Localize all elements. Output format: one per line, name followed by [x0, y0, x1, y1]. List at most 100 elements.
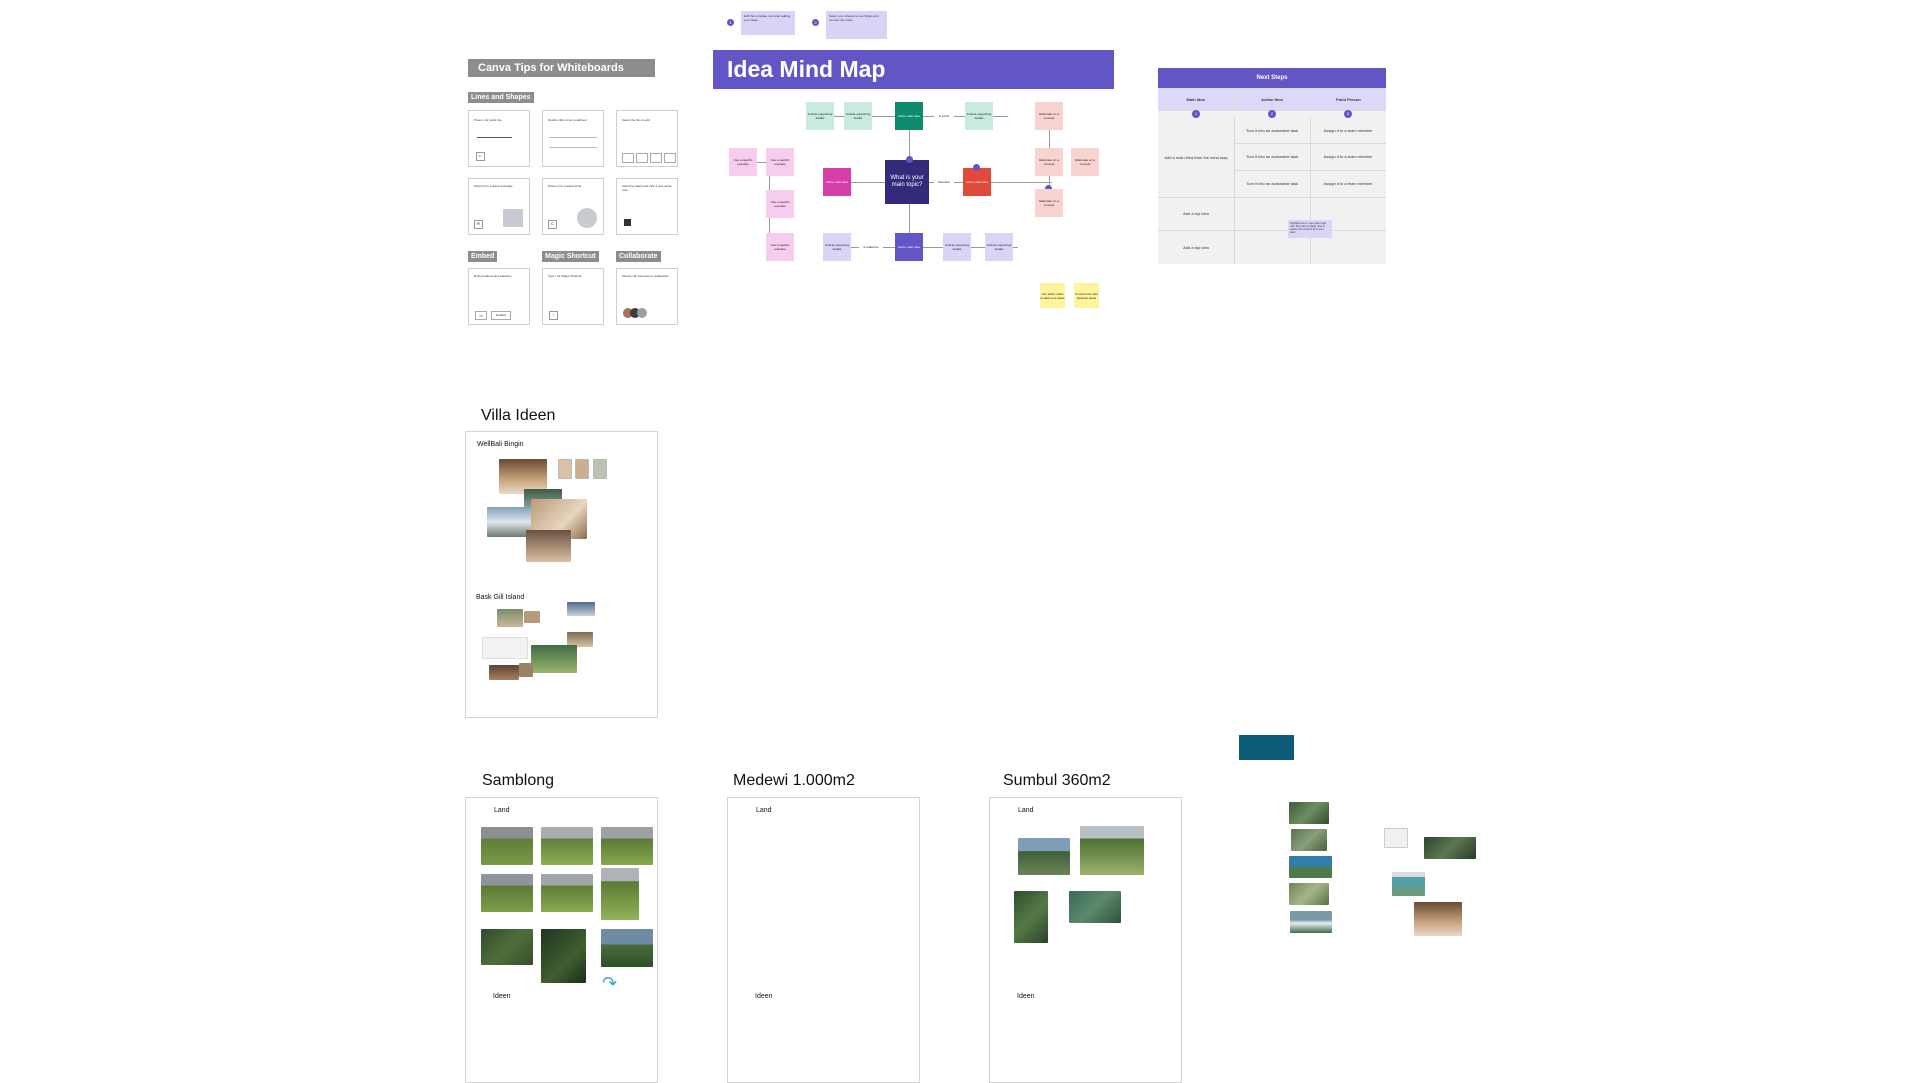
table-cell[interactable]: Assign it to a team member [1310, 117, 1386, 144]
frame-medewi[interactable]: Land Ideen [727, 797, 920, 1083]
supporting-detail-node[interactable]: Include supporting details [823, 233, 851, 261]
hint-note-2[interactable]: Select your shapes to use Styles and con… [826, 11, 887, 39]
highlight-note[interactable]: Highlight one or more plans right now, t… [1288, 220, 1332, 238]
ideen-label: Ideen [755, 993, 773, 1000]
frame-samblong[interactable]: Land ↷ Ideen [465, 797, 658, 1083]
specific-example-node[interactable]: Use a specific example [729, 148, 757, 176]
specific-example-node[interactable]: Use a specific example [766, 190, 794, 218]
map-image[interactable] [1291, 829, 1327, 851]
tip-text: Double click a line to add text [548, 118, 588, 122]
elaborate-node[interactable]: Elaborate on a concept [1035, 189, 1063, 217]
hint-badge-2: 2 [812, 19, 819, 26]
table-cell[interactable]: Turn it into an actionable task [1234, 170, 1311, 198]
land-photo[interactable] [481, 929, 533, 965]
tip-card-collaborate[interactable]: Mention @ someone to collaborate [616, 268, 678, 325]
main-idea-node-left[interactable]: Add a main idea [823, 168, 851, 196]
tip-card-magic[interactable]: Type / for Magic Shortcut / [542, 268, 604, 325]
villa-photo[interactable] [489, 665, 519, 680]
table-cell[interactable]: Add a top idea [1158, 197, 1235, 231]
supporting-detail-node[interactable]: Include supporting details [844, 102, 872, 130]
main-idea-node-bottom[interactable]: Add a main idea [895, 233, 923, 261]
supporting-detail-node[interactable]: Include supporting details [985, 233, 1013, 261]
frame-sumbul[interactable]: Land Ideen [989, 797, 1182, 1083]
villa-photo[interactable] [519, 663, 533, 677]
elaborate-node[interactable]: Elaborate on a concept [1071, 148, 1099, 176]
villa-photo[interactable] [593, 459, 607, 479]
tips-section-embed: Embed [468, 251, 498, 262]
tip-card-line-text[interactable]: Double click a line to add text [542, 110, 604, 167]
tip-card-line-edit[interactable]: Select the line to edit [616, 110, 678, 167]
mindmap-title-bar: Idea Mind Map [713, 50, 1114, 89]
column-header: Point Person [1310, 88, 1386, 111]
embed-button[interactable]: Embed [491, 311, 511, 320]
villa-photo[interactable] [1414, 902, 1462, 936]
avatar-group [623, 308, 647, 318]
map-image[interactable] [1289, 883, 1329, 905]
sticky-note[interactable]: Use sticky notes to add more ideas [1040, 283, 1065, 308]
land-photo[interactable] [1014, 891, 1048, 943]
supporting-detail-node[interactable]: Include supporting details [806, 102, 834, 130]
land-photo[interactable] [481, 874, 533, 912]
map-image[interactable] [1289, 856, 1332, 878]
key-hint: L [476, 152, 485, 161]
supporting-detail-node[interactable]: Include supporting details [943, 233, 971, 261]
mindmap-title: Idea Mind Map [727, 56, 886, 82]
table-cell[interactable]: Add a main idea from the mind map [1158, 117, 1235, 198]
next-steps-columns: Main Idea Action Item Point Person [1158, 88, 1386, 111]
hint-note-1[interactable]: Edit this template, and start adding you… [741, 11, 795, 35]
villa-photo[interactable] [575, 459, 589, 479]
land-photo[interactable] [481, 827, 533, 865]
table-cell[interactable]: Turn it into an actionable task [1234, 117, 1311, 144]
villa-photo[interactable] [567, 602, 595, 616]
land-photo[interactable] [541, 874, 593, 912]
villa-photo[interactable] [497, 609, 523, 627]
land-photo[interactable] [601, 827, 653, 865]
central-topic-node[interactable]: What is your main topic? [885, 160, 929, 204]
line-style-buttons [622, 153, 676, 163]
map-image[interactable] [1289, 802, 1329, 824]
tip-card-circle[interactable]: Press C for a quick circle C [542, 178, 604, 235]
main-idea-node-top[interactable]: Add a main idea [895, 102, 923, 130]
main-idea-node-right[interactable]: Add a main idea [963, 168, 991, 196]
table-cell[interactable]: Assign it to a team member [1310, 143, 1386, 171]
tip-card-line[interactable]: Press L for quick line L [468, 110, 530, 167]
villa-photo[interactable] [482, 637, 528, 659]
tips-section-magic: Magic Shortcut [542, 251, 599, 262]
table-cell[interactable]: Turn it into an actionable task [1234, 143, 1311, 171]
map-image[interactable] [1424, 837, 1476, 859]
sticky-note[interactable]: Connect the dots between ideas [1074, 283, 1099, 308]
elaborate-node[interactable]: Elaborate on a concept [1035, 148, 1063, 176]
land-photo[interactable] [601, 868, 639, 920]
tips-section-collaborate: Collaborate [616, 251, 661, 262]
land-photo[interactable] [1018, 838, 1070, 875]
villa-photo[interactable] [531, 645, 577, 673]
table-cell[interactable]: Assign it to a team member [1310, 170, 1386, 198]
land-photo[interactable] [601, 929, 653, 967]
villa-photo[interactable] [558, 459, 572, 479]
map-image[interactable] [1384, 828, 1408, 848]
land-photo[interactable] [1080, 826, 1144, 875]
column-header: Action Item [1234, 88, 1311, 111]
frame-title-medewi: Medewi 1.000m2 [733, 772, 855, 789]
villa-photo[interactable] [487, 507, 531, 537]
teal-rectangle[interactable] [1239, 735, 1294, 760]
villa-photo[interactable] [526, 530, 571, 562]
supporting-detail-node[interactable]: Include supporting details [965, 102, 993, 130]
specific-example-node[interactable]: Use a specific example [766, 233, 794, 261]
next-steps-table: Next Steps Main Idea Action Item Point P… [1158, 68, 1386, 264]
tip-card-embed[interactable]: Embed videos and websites Embed ‹/› [468, 268, 530, 325]
land-photo[interactable] [541, 827, 593, 865]
table-cell[interactable]: Add a top idea [1158, 230, 1235, 264]
tip-text: Type / for Magic Shortcut [548, 274, 582, 278]
map-image[interactable] [1290, 911, 1332, 933]
land-photo[interactable] [541, 929, 586, 983]
elaborate-node[interactable]: Elaborate on a concept [1035, 102, 1063, 130]
villa-photo[interactable] [524, 611, 540, 623]
tip-card-rectangle[interactable]: Press R for a quick rectangle R [468, 178, 530, 235]
map-image[interactable] [1392, 872, 1425, 896]
frame-villa[interactable]: WellBali Bingin Bask Gili Island [465, 431, 658, 718]
tip-text: Embed videos and websites [474, 274, 512, 278]
land-photo[interactable] [1069, 891, 1121, 923]
tip-card-sticky[interactable]: Click the shape and pick a new sticky no… [616, 178, 678, 235]
specific-example-node[interactable]: Use a specific example [766, 148, 794, 176]
